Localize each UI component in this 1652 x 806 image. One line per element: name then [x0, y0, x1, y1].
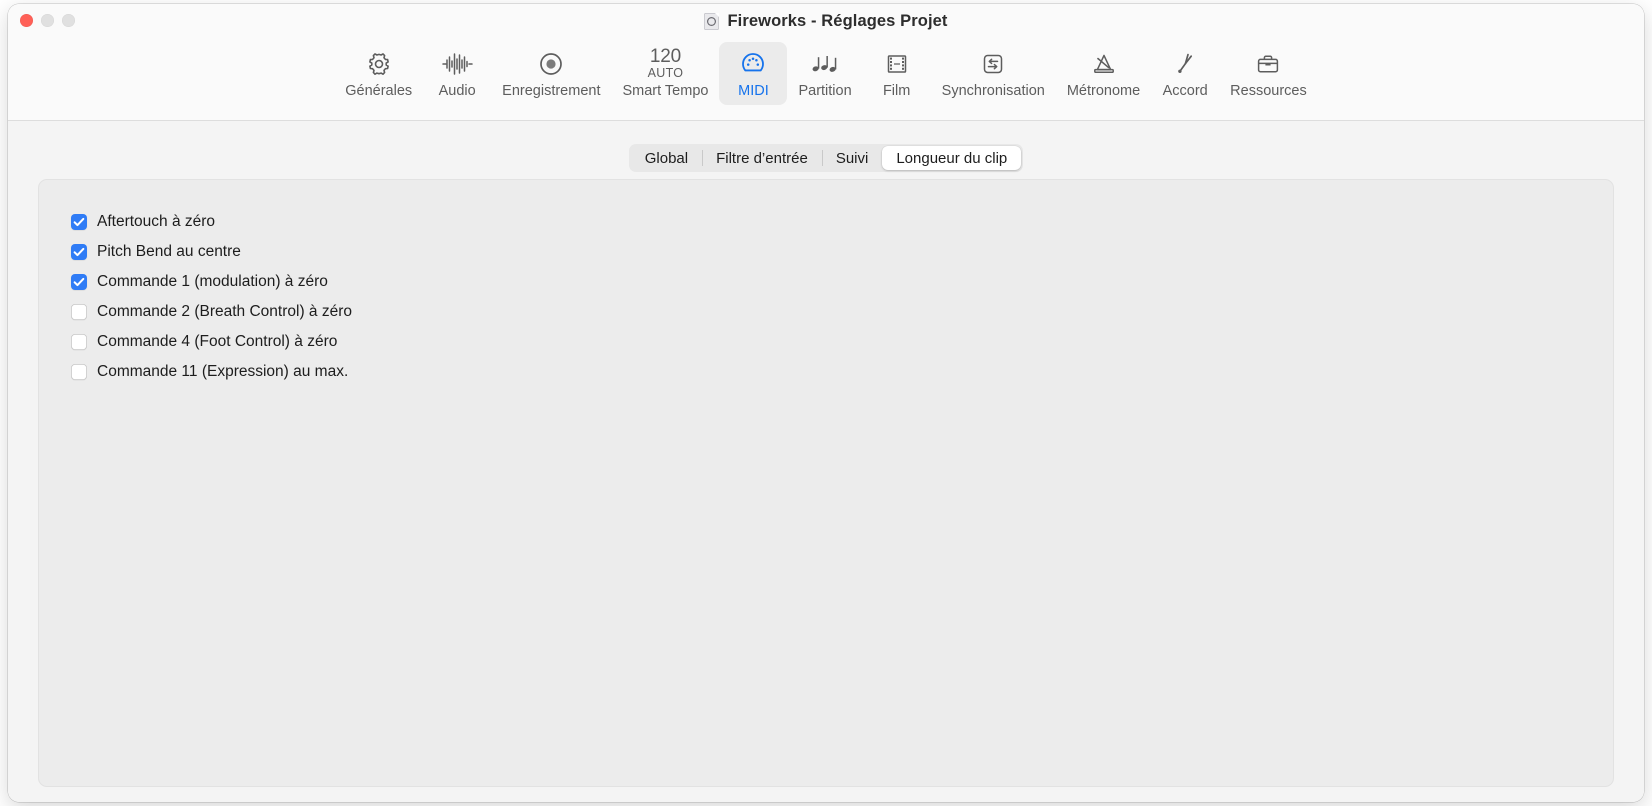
toolbar-item-audio[interactable]: Audio — [423, 42, 491, 105]
toolbar-label-generales: Générales — [345, 83, 413, 99]
zoom-button[interactable] — [62, 14, 75, 27]
gear-icon — [365, 49, 393, 79]
toolbar-item-accord[interactable]: Accord — [1151, 42, 1219, 105]
briefcase-icon — [1254, 49, 1282, 79]
close-button[interactable] — [20, 14, 33, 27]
minimize-button[interactable] — [41, 14, 54, 27]
smart-tempo-value: 120 — [649, 45, 682, 67]
checkbox-label-pitch-bend: Pitch Bend au centre — [97, 243, 241, 261]
metronome-icon — [1090, 49, 1118, 79]
toolbar-label-film: Film — [882, 83, 911, 99]
checkbox-row-commande-2[interactable]: Commande 2 (Breath Control) à zéro — [71, 304, 352, 320]
midi-subtab-segmented-control: Global Filtre d’entrée Suivi Longueur du… — [628, 144, 1024, 172]
checkbox-row-aftertouch[interactable]: Aftertouch à zéro — [71, 214, 352, 230]
checkbox-label-commande-11: Commande 11 (Expression) au max. — [97, 363, 349, 381]
checkmark-icon[interactable] — [71, 274, 87, 290]
toolbar-label-partition: Partition — [798, 83, 852, 99]
window-title-group: Fireworks - Réglages Projet — [8, 12, 1644, 31]
waveform-icon — [441, 49, 473, 79]
toolbar-item-midi[interactable]: MIDI — [719, 42, 788, 106]
checkbox-label-aftertouch: Aftertouch à zéro — [97, 213, 216, 231]
smart-tempo-icon: 120 AUTO — [647, 45, 684, 80]
segment-suivi-label: Suivi — [835, 149, 869, 167]
tuning-fork-icon — [1171, 49, 1199, 79]
clip-length-settings-panel: Aftertouch à zéro Pitch Bend au centre C… — [38, 179, 1614, 787]
toolbar-item-synchronisation[interactable]: Synchronisation — [931, 42, 1056, 105]
toolbar-item-metronome[interactable]: Métronome — [1056, 42, 1151, 105]
toolbar-item-ressources[interactable]: Ressources — [1219, 42, 1318, 105]
toolbar-label-smart-tempo: Smart Tempo — [622, 83, 709, 99]
record-icon — [537, 49, 565, 79]
midi-clip-length-checkbox-list: Aftertouch à zéro Pitch Bend au centre C… — [71, 214, 352, 380]
checkmark-icon[interactable] — [71, 214, 87, 230]
checkbox-label-commande-2: Commande 2 (Breath Control) à zéro — [97, 303, 353, 321]
settings-toolbar: Générales Audio Enregistrement 120 AUTO … — [8, 42, 1644, 106]
settings-window: Fireworks - Réglages Projet Générales Au… — [8, 4, 1644, 802]
settings-body: Global Filtre d’entrée Suivi Longueur du… — [8, 121, 1644, 802]
midi-connector-icon — [739, 49, 767, 79]
toolbar-label-midi: MIDI — [738, 83, 769, 99]
traffic-light-controls — [20, 14, 75, 27]
toolbar-label-audio: Audio — [438, 83, 476, 99]
sync-arrows-icon — [979, 49, 1007, 79]
toolbar-item-generales[interactable]: Générales — [334, 42, 423, 105]
checkbox-label-commande-4: Commande 4 (Foot Control) à zéro — [97, 333, 338, 351]
toolbar-label-metronome: Métronome — [1066, 83, 1141, 99]
segment-filtre-d-entree-label: Filtre d’entrée — [716, 149, 808, 167]
segment-filtre-d-entree[interactable]: Filtre d’entrée — [702, 146, 822, 170]
checkbox-row-commande-1[interactable]: Commande 1 (modulation) à zéro — [71, 274, 352, 290]
segment-longueur-du-clip-label: Longueur du clip — [896, 149, 1008, 167]
midi-document-icon — [704, 13, 720, 30]
segment-global[interactable]: Global — [631, 146, 702, 170]
toolbar-label-accord: Accord — [1162, 83, 1208, 99]
toolbar-item-partition[interactable]: Partition — [787, 42, 862, 105]
segmented-control-wrapper: Global Filtre d’entrée Suivi Longueur du… — [8, 144, 1644, 172]
checkmark-icon[interactable] — [71, 334, 87, 350]
toolbar-label-ressources: Ressources — [1230, 83, 1307, 99]
window-titlebar: Fireworks - Réglages Projet Générales Au… — [8, 4, 1644, 121]
toolbar-item-smart-tempo[interactable]: 120 AUTO Smart Tempo — [611, 42, 719, 105]
toolbar-item-enregistrement[interactable]: Enregistrement — [491, 42, 611, 105]
checkmark-icon[interactable] — [71, 244, 87, 260]
toolbar-label-enregistrement: Enregistrement — [502, 83, 601, 99]
segment-longueur-du-clip[interactable]: Longueur du clip — [882, 146, 1022, 170]
checkbox-row-commande-4[interactable]: Commande 4 (Foot Control) à zéro — [71, 334, 352, 350]
film-strip-icon — [883, 49, 911, 79]
smart-tempo-mode: AUTO — [647, 65, 684, 80]
toolbar-item-film[interactable]: Film — [863, 42, 931, 105]
checkbox-row-pitch-bend[interactable]: Pitch Bend au centre — [71, 244, 352, 260]
segment-suivi[interactable]: Suivi — [821, 146, 883, 170]
checkmark-icon[interactable] — [71, 304, 87, 320]
segment-global-label: Global — [644, 149, 689, 167]
checkmark-icon[interactable] — [71, 364, 87, 380]
checkbox-label-commande-1: Commande 1 (modulation) à zéro — [97, 273, 328, 291]
checkbox-row-commande-11[interactable]: Commande 11 (Expression) au max. — [71, 364, 352, 380]
toolbar-label-synchronisation: Synchronisation — [941, 83, 1045, 99]
musical-notes-icon — [810, 49, 840, 79]
window-title: Fireworks - Réglages Projet — [727, 12, 948, 30]
